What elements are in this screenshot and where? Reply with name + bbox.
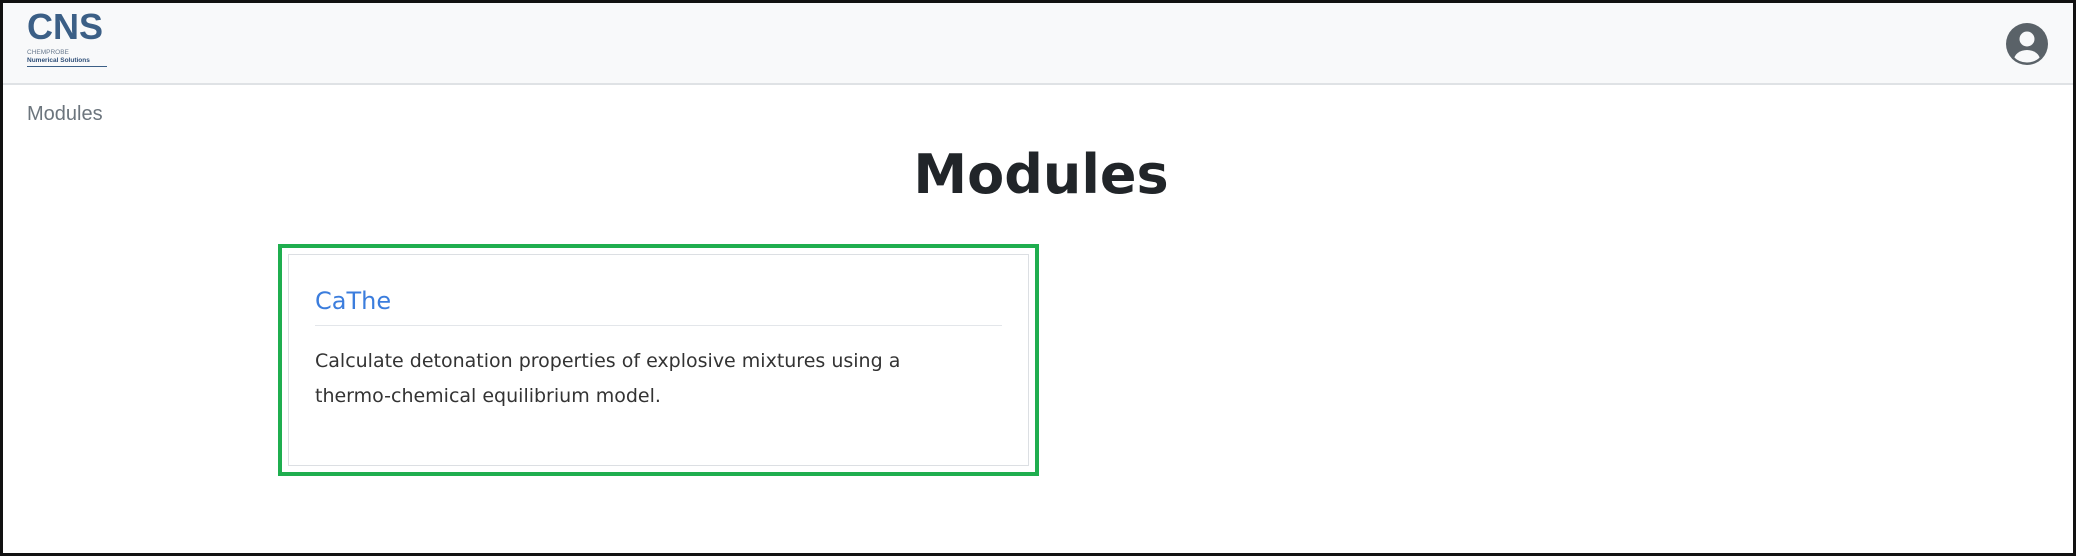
logo-underline xyxy=(27,66,107,67)
top-navbar: CNS CHEMPROBE Numerical Solutions xyxy=(3,3,2073,85)
module-highlight-box: CaThe Calculate detonation properties of… xyxy=(278,244,1039,476)
app-window: CNS CHEMPROBE Numerical Solutions Module… xyxy=(0,0,2076,556)
user-circle-icon[interactable] xyxy=(2005,22,2049,66)
breadcrumb: Modules xyxy=(27,103,103,126)
cns-logo[interactable]: CNS CHEMPROBE Numerical Solutions xyxy=(27,9,119,73)
module-card-cathe[interactable]: CaThe Calculate detonation properties of… xyxy=(288,254,1029,466)
page-title: Modules xyxy=(913,143,1169,206)
module-title-link[interactable]: CaThe xyxy=(315,285,1002,317)
logo-subtitle-bottom: Numerical Solutions xyxy=(27,57,90,64)
logo-subtitle-top: CHEMPROBE xyxy=(27,49,69,56)
card-divider xyxy=(315,325,1002,326)
logo-text: CNS xyxy=(27,6,104,47)
breadcrumb-item-modules[interactable]: Modules xyxy=(27,103,103,125)
module-description: Calculate detonation properties of explo… xyxy=(315,350,901,407)
